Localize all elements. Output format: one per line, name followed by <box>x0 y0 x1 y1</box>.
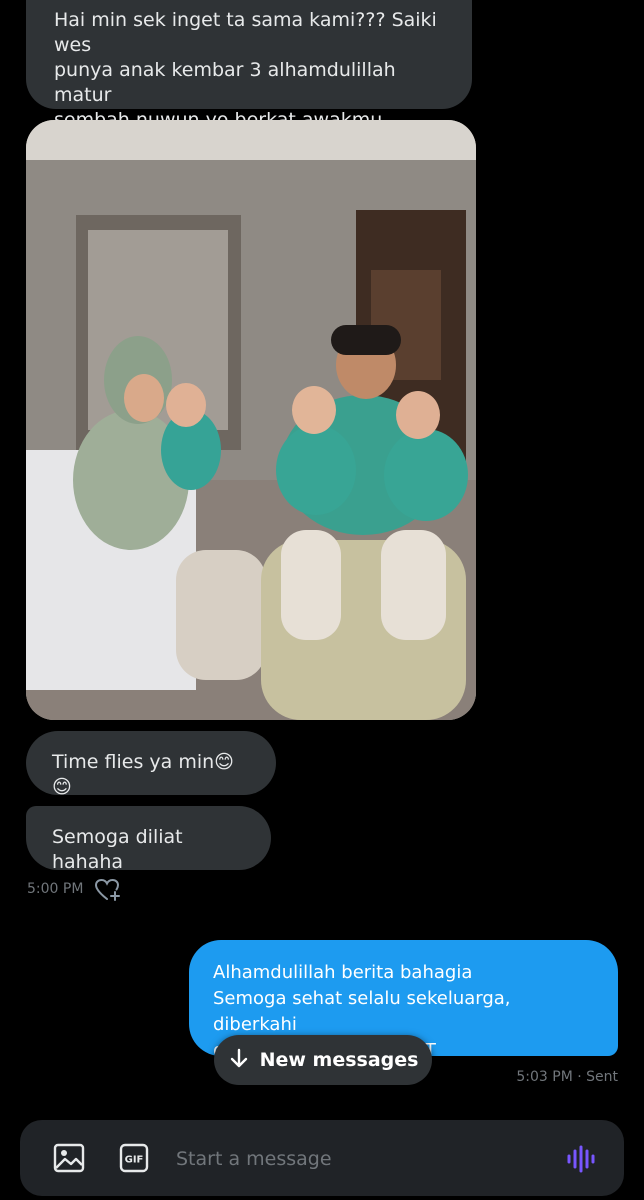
received-message-3[interactable]: Semoga diliat hahaha <box>26 806 271 873</box>
image-icon[interactable] <box>53 1143 85 1177</box>
message-composer: GIF <box>20 1120 624 1196</box>
message-line: punya anak kembar 3 alhamdulillah matur <box>54 59 396 106</box>
message-input[interactable] <box>174 1140 538 1178</box>
received-timestamp: 5:00 PM <box>27 881 84 897</box>
family-photo <box>26 120 476 720</box>
gif-icon[interactable]: GIF <box>119 1143 149 1177</box>
received-message-1[interactable]: Hai min sek inget ta sama kami??? Saiki … <box>26 0 472 131</box>
message-line: Alhamdulillah berita bahagia <box>213 962 473 983</box>
gif-label: GIF <box>125 1155 144 1166</box>
sent-status: 5:03 PM · Sent <box>516 1069 618 1085</box>
message-line: Semoga sehat selalu sekeluarga, diberkah… <box>213 988 511 1035</box>
new-messages-button[interactable]: New messages <box>214 1035 432 1085</box>
voice-icon[interactable] <box>566 1144 596 1178</box>
heart-add-icon[interactable] <box>94 877 122 907</box>
message-text: Semoga diliat hahaha <box>52 826 183 873</box>
received-message-2[interactable]: Time flies ya min😊😊 <box>26 731 276 798</box>
arrow-down-icon <box>228 1047 250 1074</box>
photo-attachment[interactable] <box>26 120 476 720</box>
message-line: Hai min sek inget ta sama kami??? Saiki … <box>54 9 437 56</box>
new-messages-label: New messages <box>259 1049 419 1071</box>
message-text: Time flies ya min😊😊 <box>52 751 234 798</box>
